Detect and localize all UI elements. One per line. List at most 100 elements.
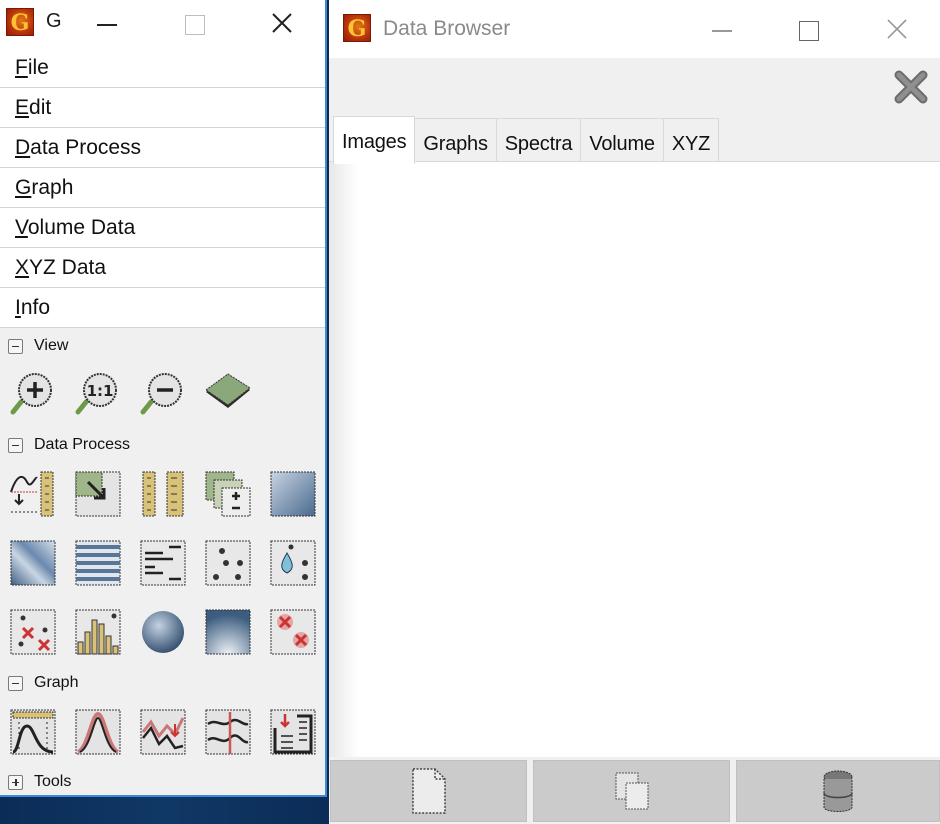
collapse-icon[interactable] — [8, 675, 23, 691]
align-rows-button[interactable] — [139, 539, 187, 587]
fft-button[interactable] — [204, 608, 252, 656]
zoom-in-button[interactable] — [9, 368, 57, 416]
arithmetic-button[interactable] — [204, 470, 252, 518]
fix-zero-button[interactable] — [9, 470, 57, 518]
section-graph-header[interactable]: Graph — [8, 672, 78, 694]
delete-button[interactable] — [736, 760, 940, 822]
histogram-grains-button[interactable] — [74, 608, 122, 656]
menu-label: YZ Data — [29, 256, 107, 279]
section-tools-label: Tools — [34, 773, 72, 790]
close-button[interactable] — [869, 6, 925, 52]
zoom-out-button[interactable] — [139, 368, 187, 416]
data-browser-list[interactable] — [329, 161, 940, 757]
watershed-icon — [270, 540, 316, 586]
main-toolbox-window: G G File Edit Data Process Graph Volume … — [0, 0, 327, 797]
section-view-label: View — [34, 337, 69, 354]
sphere-icon — [142, 611, 184, 653]
minimize-button[interactable] — [693, 6, 749, 52]
3d-view-button[interactable] — [204, 368, 252, 416]
data-browser-title: Data Browser — [383, 17, 511, 40]
maximize-button[interactable] — [780, 6, 836, 52]
menu-mnemonic: V — [15, 216, 28, 239]
new-document-icon — [411, 768, 446, 814]
new-button[interactable] — [330, 760, 527, 822]
menu-volume-data[interactable]: Volume Data — [0, 208, 325, 248]
menu-label: ata Process — [30, 136, 142, 159]
close-button[interactable] — [254, 0, 310, 46]
collapse-icon[interactable] — [8, 338, 23, 354]
graph-export-button[interactable] — [269, 708, 317, 756]
data-browser-window: G Data Browser Images Graphs Spectra Vol… — [329, 0, 940, 824]
graph-peak-button[interactable] — [74, 708, 122, 756]
menu-graph[interactable]: Graph — [0, 168, 325, 208]
menu-edit[interactable]: Edit — [0, 88, 325, 128]
menu-mnemonic: E — [15, 96, 30, 119]
sphere-button[interactable] — [139, 608, 187, 656]
graph-fit-icon — [10, 709, 56, 755]
section-view-header[interactable]: View — [8, 335, 68, 357]
data-browser-tabs: Images Graphs Spectra Volume XYZ — [333, 116, 720, 164]
menu-data-process[interactable]: Data Process — [0, 128, 325, 168]
tab-volume[interactable]: Volume — [580, 118, 664, 162]
zoom-1-1-icon: 1:1 — [75, 373, 117, 415]
facet-level-button[interactable] — [9, 539, 57, 587]
zoom-in-icon — [10, 373, 52, 415]
graph-export-icon — [270, 709, 316, 755]
histogram-grains-icon — [75, 609, 121, 655]
facet-level-icon — [10, 540, 56, 586]
mark-remove-icon — [270, 609, 316, 655]
main-title-bar[interactable]: G G — [0, 0, 325, 48]
expand-icon[interactable] — [8, 774, 23, 790]
zoom-1-1-button[interactable]: 1:1 — [74, 368, 122, 416]
remove-grains-icon — [10, 609, 56, 655]
menu-label: ile — [27, 56, 49, 79]
grains-button[interactable] — [204, 539, 252, 587]
tab-spectra[interactable]: Spectra — [495, 118, 582, 162]
collapse-icon[interactable] — [8, 437, 23, 453]
tab-graphs[interactable]: Graphs — [414, 118, 497, 162]
scale-button[interactable] — [74, 470, 122, 518]
close-icon — [887, 19, 907, 39]
trash-icon — [823, 770, 853, 812]
menu-label: nfo — [20, 296, 51, 319]
data-browser-bottom-bar — [329, 757, 940, 824]
tab-xyz[interactable]: XYZ — [662, 118, 720, 162]
menu-mnemonic: D — [15, 136, 31, 159]
graph-cut-icon — [140, 709, 186, 755]
graph-fit-button[interactable] — [9, 708, 57, 756]
close-all-icon — [894, 70, 928, 104]
close-all-button[interactable] — [892, 68, 930, 106]
fft-icon — [205, 609, 251, 655]
maximize-button[interactable] — [166, 0, 222, 46]
3d-view-icon — [205, 373, 251, 408]
menu-label: dit — [29, 96, 52, 119]
section-data-process-header[interactable]: Data Process — [8, 434, 130, 456]
align-rows-icon — [140, 540, 186, 586]
remove-grains-button[interactable] — [9, 608, 57, 656]
data-browser-title-bar[interactable]: G Data Browser — [329, 0, 940, 58]
section-tools-header[interactable]: Tools — [8, 771, 71, 793]
mark-remove-button[interactable] — [269, 608, 317, 656]
menu-info[interactable]: Info — [0, 288, 325, 328]
gwyddion-app-icon: G — [6, 8, 34, 36]
main-window-title: G — [46, 10, 62, 32]
graph-cut-button[interactable] — [139, 708, 187, 756]
scale-icon — [75, 471, 121, 517]
duplicate-button[interactable] — [533, 760, 730, 822]
crop-ruler-button[interactable] — [139, 470, 187, 518]
menu-xyz-data[interactable]: XYZ Data — [0, 248, 325, 288]
gwyddion-app-icon: G — [343, 14, 371, 42]
tab-images[interactable]: Images — [333, 116, 416, 164]
line-correct-button[interactable] — [74, 539, 122, 587]
main-menu: File Edit Data Process Graph Volume Data… — [0, 48, 325, 328]
section-graph-label: Graph — [34, 674, 79, 691]
watershed-button[interactable] — [269, 539, 317, 587]
graph-level-button[interactable] — [204, 708, 252, 756]
data-browser-toolbar — [329, 58, 940, 118]
minimize-button[interactable] — [78, 0, 134, 46]
gradient-button[interactable] — [269, 470, 317, 518]
menu-mnemonic: F — [15, 56, 28, 79]
zoom-out-icon — [140, 373, 182, 415]
menu-file[interactable]: File — [0, 48, 325, 88]
line-correct-icon — [75, 540, 121, 586]
